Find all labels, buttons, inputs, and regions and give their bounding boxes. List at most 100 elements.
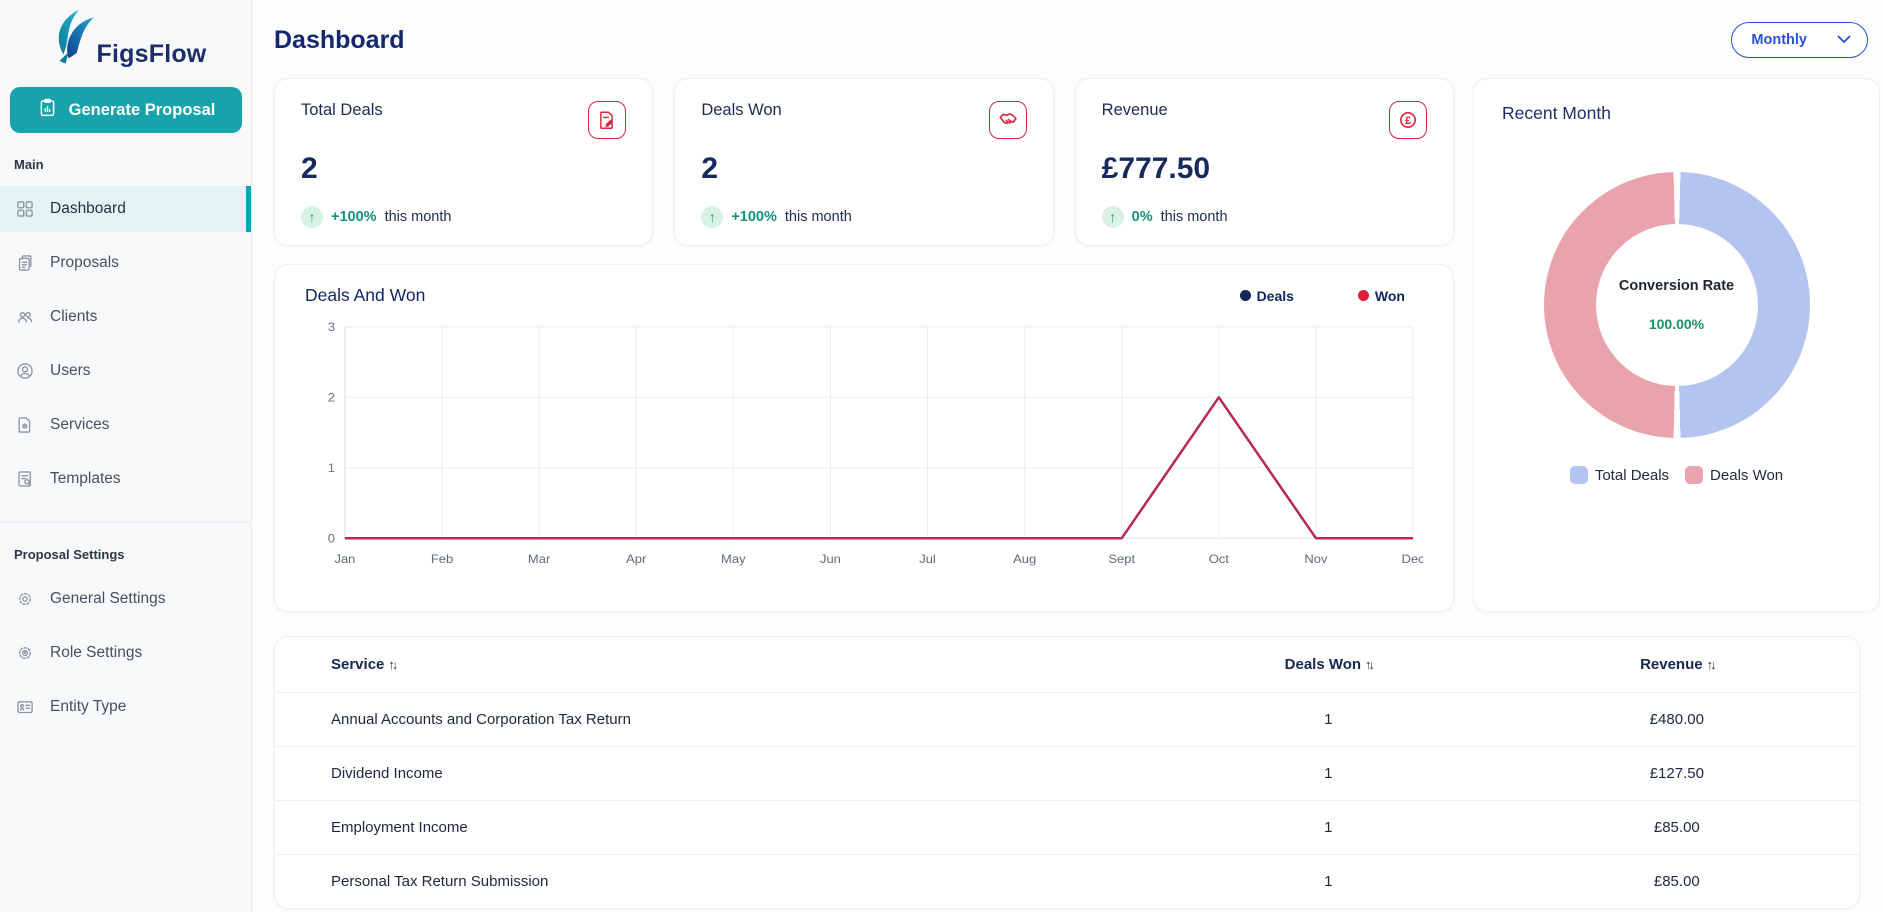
- column-header-revenue[interactable]: Revenue↑↓: [1495, 637, 1859, 693]
- sidebar-item-clients[interactable]: Clients: [0, 294, 251, 340]
- donut-legend: Total Deals Deals Won: [1502, 466, 1851, 484]
- period-select-dropdown[interactable]: Monthly: [1731, 22, 1868, 58]
- sidebar-item-general-settings[interactable]: General Settings: [0, 576, 251, 622]
- conversion-donut-chart: Conversion Rate 100.00%: [1544, 172, 1810, 438]
- svg-text:1: 1: [328, 461, 335, 474]
- legend-dot-icon: [1358, 290, 1369, 301]
- table-cell: 1: [1162, 801, 1495, 855]
- svg-text:Apr: Apr: [626, 552, 646, 565]
- line-chart: 0123JanFebMarAprMayJunJulAugSeptOctNovDe…: [305, 314, 1423, 586]
- change-suffix: this month: [785, 209, 852, 225]
- column-header-service[interactable]: Service↑↓: [275, 637, 1162, 693]
- chart-title: Deals And Won: [305, 285, 425, 306]
- donut-legend-item-total-deals[interactable]: Total Deals: [1570, 466, 1669, 484]
- deals-and-won-chart-card: Deals And Won Deals Won 0123JanFebMarApr…: [274, 264, 1454, 612]
- arrow-up-icon: ↑: [1102, 206, 1124, 228]
- main-header: Dashboard Monthly: [274, 14, 1883, 66]
- svg-text:3: 3: [328, 320, 335, 333]
- services-table: Service↑↓ Deals Won↑↓ Revenue↑↓Annual Ac…: [275, 637, 1859, 908]
- table-cell: Dividend Income: [275, 747, 1162, 801]
- change-suffix: this month: [1161, 209, 1228, 225]
- stat-card-title: Deals Won: [701, 101, 781, 120]
- table-row: Employment Income1£85.00: [275, 801, 1859, 855]
- grid-icon: [15, 199, 35, 219]
- recent-month-card: Recent Month Conversion Rate 100.00% Tot…: [1473, 78, 1880, 612]
- donut-center-label: Conversion Rate: [1619, 278, 1734, 294]
- svg-text:Nov: Nov: [1304, 552, 1328, 565]
- period-select-value: Monthly: [1751, 32, 1807, 48]
- table-cell: £85.00: [1495, 855, 1859, 909]
- stat-card-change: ↑ 0% this month: [1102, 206, 1427, 228]
- stat-card-change: ↑ +100% this month: [301, 206, 626, 228]
- donut-center-value: 100.00%: [1649, 316, 1704, 332]
- change-suffix: this month: [385, 209, 452, 225]
- sidebar-item-proposals[interactable]: Proposals: [0, 240, 251, 286]
- sidebar-item-dashboard[interactable]: Dashboard: [0, 186, 251, 232]
- sidebar-item-entity-type[interactable]: Entity Type: [0, 684, 251, 730]
- user-circle-icon: [15, 361, 35, 381]
- svg-text:£: £: [1405, 115, 1411, 127]
- legend-swatch-icon: [1685, 466, 1703, 484]
- generate-proposal-label: Generate Proposal: [69, 101, 216, 120]
- file-search-icon: [15, 469, 35, 489]
- donut-legend-item-deals-won[interactable]: Deals Won: [1685, 466, 1783, 484]
- table-cell: Personal Tax Return Submission: [275, 855, 1162, 909]
- legend-item-won[interactable]: Won: [1358, 288, 1405, 304]
- svg-text:Oct: Oct: [1209, 552, 1230, 565]
- sidebar-item-role-settings[interactable]: Role Settings: [0, 630, 251, 676]
- change-percent: +100%: [731, 209, 777, 225]
- stat-cards-row: Total Deals 2 ↑ +100% this month Deals W…: [274, 78, 1454, 246]
- stat-card-change: ↑ +100% this month: [701, 206, 1026, 228]
- generate-proposal-button[interactable]: Generate Proposal: [10, 87, 242, 133]
- table-row: Dividend Income1£127.50: [275, 747, 1859, 801]
- svg-text:Jan: Jan: [334, 552, 355, 565]
- sidebar: FigsFlow Generate Proposal Main Dashboar…: [0, 0, 252, 912]
- svg-text:0: 0: [328, 532, 335, 545]
- figsflow-logo-icon: [45, 8, 103, 69]
- file-gear-icon: [15, 415, 35, 435]
- gear-person-icon: [15, 643, 35, 663]
- handshake-icon: [989, 101, 1027, 139]
- table-cell: 1: [1162, 747, 1495, 801]
- svg-text:Aug: Aug: [1013, 552, 1036, 565]
- svg-text:Mar: Mar: [528, 552, 550, 565]
- sidebar-item-services[interactable]: Services: [0, 402, 251, 448]
- table-row: Annual Accounts and Corporation Tax Retu…: [275, 693, 1859, 747]
- svg-text:May: May: [721, 552, 746, 565]
- id-card-icon: [15, 697, 35, 717]
- svg-text:Jun: Jun: [820, 552, 841, 565]
- stat-card-title: Total Deals: [301, 101, 383, 120]
- table-cell: £127.50: [1495, 747, 1859, 801]
- change-percent: 0%: [1132, 209, 1153, 225]
- sidebar-item-users[interactable]: Users: [0, 348, 251, 394]
- sidebar-nav: Main Dashboard Proposals Clients Users S…: [0, 133, 251, 730]
- nav-section-label-proposal-settings: Proposal Settings: [0, 523, 251, 568]
- table-row: Personal Tax Return Submission1£85.00: [275, 855, 1859, 909]
- logo-text: FigsFlow: [97, 40, 207, 69]
- app-root: FigsFlow Generate Proposal Main Dashboar…: [0, 0, 1883, 912]
- arrow-up-icon: ↑: [701, 206, 723, 228]
- stat-card-value: £777.50: [1102, 152, 1427, 186]
- donut-center: Conversion Rate 100.00%: [1596, 224, 1758, 386]
- documents-icon: [15, 253, 35, 273]
- legend-item-deals[interactable]: Deals: [1240, 288, 1294, 304]
- pound-circle-icon: £: [1389, 101, 1427, 139]
- page-title: Dashboard: [274, 26, 405, 55]
- table-header-row: Service↑↓ Deals Won↑↓ Revenue↑↓: [275, 637, 1859, 693]
- legend-swatch-icon: [1570, 466, 1588, 484]
- table-cell: 1: [1162, 855, 1495, 909]
- stat-card-title: Revenue: [1102, 101, 1168, 120]
- recent-month-title: Recent Month: [1502, 103, 1851, 124]
- chart-legend: Deals Won: [1240, 288, 1405, 304]
- svg-text:Sept: Sept: [1108, 552, 1135, 565]
- arrow-up-icon: ↑: [301, 206, 323, 228]
- sidebar-item-templates[interactable]: Templates: [0, 456, 251, 502]
- svg-text:Dec: Dec: [1401, 552, 1423, 565]
- stat-card-value: 2: [701, 152, 1026, 186]
- table-cell: 1: [1162, 693, 1495, 747]
- change-percent: +100%: [331, 209, 377, 225]
- document-edit-icon: [588, 101, 626, 139]
- sort-icon: ↑↓: [388, 657, 395, 672]
- column-header-deals-won[interactable]: Deals Won↑↓: [1162, 637, 1495, 693]
- table-cell: £85.00: [1495, 801, 1859, 855]
